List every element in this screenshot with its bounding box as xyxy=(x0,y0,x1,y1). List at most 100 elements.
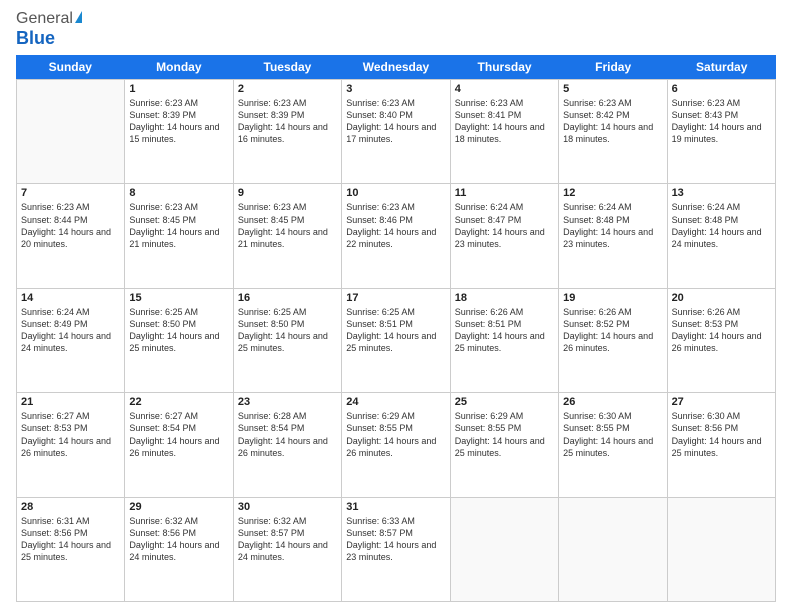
day-number: 29 xyxy=(129,501,228,513)
day-cell-2: 2Sunrise: 6:23 AMSunset: 8:39 PMDaylight… xyxy=(234,80,342,183)
day-cell-28: 28 Sunrise: 6:31 AMSunset: 8:56 PMDayligh… xyxy=(17,498,125,601)
sunset-text: Sunset: 8:55 PM xyxy=(346,423,413,433)
header-day-saturday: Saturday xyxy=(667,55,776,79)
calendar-body: 1Sunrise: 6:23 AMSunset: 8:39 PMDaylight… xyxy=(16,79,776,602)
day-cell-31: 31Sunrise: 6:33 AMSunset: 8:57 PMDayligh… xyxy=(342,498,450,601)
sunrise-text: Sunrise: 6:23 AM xyxy=(238,98,307,108)
sunset-text: Sunset: 8:57 PM xyxy=(238,528,305,538)
day-number: 23 xyxy=(238,396,337,408)
day-info: Sunrise: 6:23 AMSunset: 8:44 PMDaylight:… xyxy=(21,201,120,250)
daylight-minutes-text: 25 minutes. xyxy=(563,448,610,458)
day-number: 6 xyxy=(672,83,771,95)
daylight-minutes-text: 18 minutes. xyxy=(455,134,502,144)
sunrise-text: Sunrise: 6:26 AM xyxy=(672,307,741,317)
daylight-text: Daylight: 14 hours and xyxy=(672,331,762,341)
daylight-minutes-text: 24 minutes. xyxy=(238,552,285,562)
sunrise-text: Sunrise: 6:23 AM xyxy=(346,98,415,108)
day-info: Sunrise: 6:24 AMSunset: 8:49 PMDaylight:… xyxy=(21,306,120,355)
sunset-text: Sunset: 8:55 PM xyxy=(455,423,522,433)
sunset-text: Sunset: 8:43 PM xyxy=(672,110,739,120)
daylight-minutes-text: 25 minutes. xyxy=(672,448,719,458)
day-cell-17: 17Sunrise: 6:25 AMSunset: 8:51 PMDayligh… xyxy=(342,289,450,392)
day-cell-26: 26Sunrise: 6:30 AMSunset: 8:55 PMDayligh… xyxy=(559,393,667,496)
day-cell-24: 24Sunrise: 6:29 AMSunset: 8:55 PMDayligh… xyxy=(342,393,450,496)
daylight-minutes-text: 23 minutes. xyxy=(455,239,502,249)
daylight-text: Daylight: 14 hours and xyxy=(129,331,219,341)
page: General Blue SundayMondayTuesdayWednesda… xyxy=(0,0,792,612)
sunset-text: Sunset: 8:51 PM xyxy=(455,319,522,329)
day-info: Sunrise: 6:23 AMSunset: 8:42 PMDaylight:… xyxy=(563,97,662,146)
daylight-text: Daylight: 14 hours and xyxy=(238,331,328,341)
header-day-wednesday: Wednesday xyxy=(342,55,451,79)
sunrise-text: Sunrise: 6:33 AM xyxy=(346,516,415,526)
day-cell-6: 6Sunrise: 6:23 AMSunset: 8:43 PMDaylight… xyxy=(668,80,776,183)
sunset-text: Sunset: 8:51 PM xyxy=(346,319,413,329)
sunrise-text: Sunrise: 6:23 AM xyxy=(21,202,90,212)
day-info: Sunrise: 6:24 AMSunset: 8:48 PMDaylight:… xyxy=(672,201,771,250)
calendar-row-3: 14Sunrise: 6:24 AMSunset: 8:49 PMDayligh… xyxy=(17,289,776,393)
day-info: Sunrise: 6:28 AMSunset: 8:54 PMDaylight:… xyxy=(238,410,337,459)
day-cell-1: 1Sunrise: 6:23 AMSunset: 8:39 PMDaylight… xyxy=(125,80,233,183)
daylight-text: Daylight: 14 hours and xyxy=(346,227,436,237)
daylight-minutes-text: 25 minutes. xyxy=(346,343,393,353)
day-number: 7 xyxy=(21,187,120,199)
daylight-minutes-text: 19 minutes. xyxy=(672,134,719,144)
daylight-text: Daylight: 14 hours and xyxy=(672,122,762,132)
daylight-minutes-text: 26 minutes. xyxy=(129,448,176,458)
day-number: 21 xyxy=(21,396,120,408)
day-number: 27 xyxy=(672,396,771,408)
daylight-minutes-text: 25 minutes. xyxy=(129,343,176,353)
sunset-text: Sunset: 8:54 PM xyxy=(129,423,196,433)
sunset-text: Sunset: 8:52 PM xyxy=(563,319,630,329)
sunrise-text: Sunrise: 6:30 AM xyxy=(563,411,632,421)
sunset-text: Sunset: 8:53 PM xyxy=(21,423,88,433)
sunset-text: Sunset: 8:45 PM xyxy=(238,215,305,225)
day-cell-14: 14Sunrise: 6:24 AMSunset: 8:49 PMDayligh… xyxy=(17,289,125,392)
sunrise-text: Sunrise: 6:26 AM xyxy=(455,307,524,317)
daylight-text: Daylight: 14 hours and xyxy=(563,436,653,446)
day-cell-13: 13Sunrise: 6:24 AMSunset: 8:48 PMDayligh… xyxy=(668,184,776,287)
day-info: Sunrise: 6:25 AMSunset: 8:51 PMDaylight:… xyxy=(346,306,445,355)
day-info: Sunrise: 6:31 AMSunset: 8:56 PMDaylight:… xyxy=(21,515,120,564)
day-number: 31 xyxy=(346,501,445,513)
daylight-text: Daylight: 14 hours and xyxy=(563,122,653,132)
daylight-minutes-text: 25 minutes. xyxy=(455,448,502,458)
sunrise-text: Sunrise: 6:24 AM xyxy=(672,202,741,212)
sunrise-text: Sunrise: 6:31 AM xyxy=(21,516,90,526)
sunset-text: Sunset: 8:50 PM xyxy=(129,319,196,329)
day-info: Sunrise: 6:23 AMSunset: 8:40 PMDaylight:… xyxy=(346,97,445,146)
day-number: 5 xyxy=(563,83,662,95)
daylight-text: Daylight: 14 hours and xyxy=(455,436,545,446)
header-day-monday: Monday xyxy=(125,55,234,79)
day-number: 28 xyxy=(21,501,120,513)
daylight-text: Daylight: 14 hours and xyxy=(672,227,762,237)
day-cell-7: 7 Sunrise: 6:23 AMSunset: 8:44 PMDaylight… xyxy=(17,184,125,287)
sunrise-text: Sunrise: 6:23 AM xyxy=(238,202,307,212)
calendar-row-2: 7 Sunrise: 6:23 AMSunset: 8:44 PMDaylight… xyxy=(17,184,776,288)
day-cell-19: 19Sunrise: 6:26 AMSunset: 8:52 PMDayligh… xyxy=(559,289,667,392)
daylight-text: Daylight: 14 hours and xyxy=(455,227,545,237)
day-info: Sunrise: 6:26 AMSunset: 8:52 PMDaylight:… xyxy=(563,306,662,355)
daylight-minutes-text: 26 minutes. xyxy=(563,343,610,353)
day-cell-10: 10Sunrise: 6:23 AMSunset: 8:46 PMDayligh… xyxy=(342,184,450,287)
sunset-text: Sunset: 8:54 PM xyxy=(238,423,305,433)
sunrise-text: Sunrise: 6:29 AM xyxy=(455,411,524,421)
daylight-text: Daylight: 14 hours and xyxy=(238,540,328,550)
day-number: 10 xyxy=(346,187,445,199)
day-number: 22 xyxy=(129,396,228,408)
daylight-text: Daylight: 14 hours and xyxy=(346,436,436,446)
daylight-minutes-text: 20 minutes. xyxy=(21,239,68,249)
day-info: Sunrise: 6:32 AMSunset: 8:57 PMDaylight:… xyxy=(238,515,337,564)
sunrise-text: Sunrise: 6:32 AM xyxy=(129,516,198,526)
day-cell-5: 5 Sunrise: 6:23 AMSunset: 8:42 PMDaylight… xyxy=(559,80,667,183)
daylight-minutes-text: 24 minutes. xyxy=(129,552,176,562)
sunrise-text: Sunrise: 6:23 AM xyxy=(129,202,198,212)
daylight-minutes-text: 16 minutes. xyxy=(238,134,285,144)
sunset-text: Sunset: 8:42 PM xyxy=(563,110,630,120)
logo-blue-text: Blue xyxy=(16,28,55,49)
daylight-minutes-text: 25 minutes. xyxy=(21,552,68,562)
logo-triangle-icon xyxy=(75,11,82,23)
day-cell-22: 22Sunrise: 6:27 AMSunset: 8:54 PMDayligh… xyxy=(125,393,233,496)
day-cell-3: 3Sunrise: 6:23 AMSunset: 8:40 PMDaylight… xyxy=(342,80,450,183)
sunset-text: Sunset: 8:56 PM xyxy=(672,423,739,433)
